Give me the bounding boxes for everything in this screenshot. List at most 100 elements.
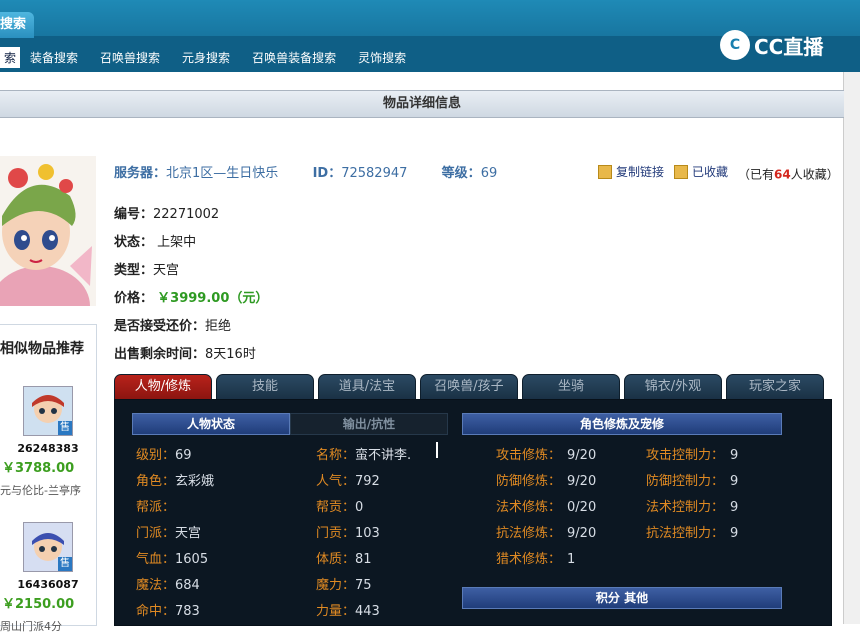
section-cultivation: 角色修炼及宠修: [462, 413, 782, 435]
similar-item-server[interactable]: 周山门派4分: [0, 618, 96, 634]
control-value: 9: [730, 448, 739, 463]
section-output-resistance[interactable]: 输出/抗性: [290, 413, 448, 435]
subnav-body-search[interactable]: 元身搜索: [182, 49, 230, 66]
similar-item-card[interactable]: 售 16436087 ￥2150.00 周山门派4分: [0, 522, 96, 634]
remaining-time-value: 8天16时: [205, 347, 256, 362]
item-number-value: 22271002: [153, 207, 220, 222]
detail-tabs: 人物/修炼 技能 道具/法宝 召唤兽/孩子 坐骑 锦衣/外观 玩家之家: [114, 374, 828, 400]
level-label: 等级：: [441, 166, 481, 181]
status-label: 状态：: [114, 235, 154, 250]
cultivation-value: 9/20: [567, 474, 597, 489]
stat-row: 魔法：684: [136, 574, 200, 593]
stat-label: 名称：: [316, 448, 356, 463]
tab-character-cultivation[interactable]: 人物/修炼: [114, 374, 212, 400]
for-sale-badge: 售: [58, 557, 72, 571]
control-label: 抗法控制力：: [646, 526, 725, 541]
server-info-row: 服务器：北京1区—生日快乐 ID：72582947 等级：69: [114, 162, 497, 181]
stat-label: 体质：: [316, 552, 356, 567]
copy-link-label: 复制链接: [616, 165, 665, 179]
cc-logo-text: CC直播: [754, 34, 824, 59]
character-portrait: [0, 156, 96, 306]
subnav-pet-search[interactable]: 召唤兽搜索: [100, 49, 160, 66]
status-value: 上架中: [157, 235, 197, 250]
cultivation-row: 猎术修炼： 1: [496, 548, 575, 567]
stat-value: 443: [355, 604, 380, 619]
tab-mounts[interactable]: 坐骑: [522, 374, 620, 400]
stat-label: 气血：: [136, 552, 176, 567]
status-row: 状态： 上架中: [114, 231, 196, 250]
item-number-row: 编号：22271002: [114, 203, 219, 222]
stat-row: 名称：蛮不讲李.: [316, 444, 411, 463]
tab-search[interactable]: 搜索: [0, 12, 34, 38]
stat-label: 角色：: [136, 474, 176, 489]
control-label: 攻击控制力：: [646, 448, 725, 463]
id-label: ID：: [312, 166, 342, 181]
control-value: 9: [730, 526, 739, 541]
stat-value: 玄彩娥: [175, 474, 215, 489]
control-value: 9: [730, 474, 739, 489]
stat-label: 力量：: [316, 604, 356, 619]
cultivation-label: 抗法修炼：: [496, 526, 562, 541]
stat-value: 蛮不讲李.: [355, 448, 412, 463]
tab-player-home[interactable]: 玩家之家: [726, 374, 824, 400]
favorite-label: 已收藏: [692, 165, 729, 179]
cultivation-value: 9/20: [567, 526, 597, 541]
id-value: 72582947: [341, 166, 408, 181]
subnav-pet-equipment-search[interactable]: 召唤兽装备搜索: [252, 49, 336, 66]
similar-item-server[interactable]: 元与伦比-兰亭序: [0, 482, 96, 498]
stat-value: 1605: [175, 552, 209, 567]
price-value: ￥3999.00（元）: [157, 291, 269, 306]
favorite-button[interactable]: 已收藏: [674, 163, 728, 180]
level-value: 69: [480, 166, 498, 181]
fav-count-prefix: （已有: [738, 167, 775, 182]
bargain-label: 是否接受还价：: [114, 319, 206, 334]
cultivation-label: 猎术修炼：: [496, 552, 562, 567]
cultivation-value: 9/20: [567, 448, 597, 463]
section-character-status[interactable]: 人物状态: [132, 413, 290, 435]
stat-label: 帮贡：: [316, 500, 356, 515]
stat-label: 帮派：: [136, 500, 176, 515]
stat-row: 角色：玄彩娥: [136, 470, 214, 489]
control-label: 防御控制力：: [646, 474, 725, 489]
subnav-ornament-search[interactable]: 灵饰搜索: [358, 49, 406, 66]
stat-row: 魔力：75: [316, 574, 372, 593]
vertical-scrollbar[interactable]: [843, 72, 860, 624]
similar-item-price: ￥2150.00: [2, 597, 75, 612]
type-value: 天宫: [153, 263, 180, 278]
control-label: 法术控制力：: [646, 500, 725, 515]
control-row: 法术控制力： 9: [646, 496, 738, 515]
similar-item-thumbnail[interactable]: 售: [23, 522, 73, 572]
stat-label: 魔力：: [316, 578, 356, 593]
control-row: 防御控制力： 9: [646, 470, 738, 489]
tab-pets-children[interactable]: 召唤兽/孩子: [420, 374, 518, 400]
stat-row: 人气：792: [316, 470, 380, 489]
stat-label: 门派：: [136, 526, 176, 541]
server-label: 服务器：: [114, 166, 167, 181]
stat-row: 门派：天宫: [136, 522, 201, 541]
stat-row: 帮派：: [136, 496, 175, 515]
remaining-time-label: 出售剩余时间：: [114, 347, 206, 362]
cultivation-label: 法术修炼：: [496, 500, 562, 515]
tab-items-treasures[interactable]: 道具/法宝: [318, 374, 416, 400]
tab-outfits-appearance[interactable]: 锦衣/外观: [624, 374, 722, 400]
similar-item-id: 26248383: [17, 442, 79, 455]
similar-item-price: ￥3788.00: [2, 461, 75, 476]
stat-label: 门贡：: [316, 526, 356, 541]
type-row: 类型：天宫: [114, 259, 179, 278]
stat-value: 0: [355, 500, 364, 515]
tab-skills[interactable]: 技能: [216, 374, 314, 400]
for-sale-badge: 售: [58, 421, 72, 435]
bargain-row: 是否接受还价：拒绝: [114, 315, 231, 334]
fav-count-number: 64: [774, 167, 791, 182]
cultivation-row: 法术修炼： 0/20: [496, 496, 596, 515]
stat-value: 75: [355, 578, 372, 593]
control-row: 攻击控制力： 9: [646, 444, 738, 463]
similar-items-title: 相似物品推荐: [0, 341, 84, 357]
subnav-equipment-search[interactable]: 装备搜索: [30, 49, 78, 66]
stat-value: 792: [355, 474, 380, 489]
copy-link-button[interactable]: 复制链接: [598, 163, 664, 180]
cultivation-label: 防御修炼：: [496, 474, 562, 489]
similar-item-card[interactable]: 售 26248383 ￥3788.00 元与伦比-兰亭序: [0, 386, 96, 498]
similar-item-thumbnail[interactable]: 售: [23, 386, 73, 436]
subnav-current-item[interactable]: 索: [0, 46, 21, 68]
